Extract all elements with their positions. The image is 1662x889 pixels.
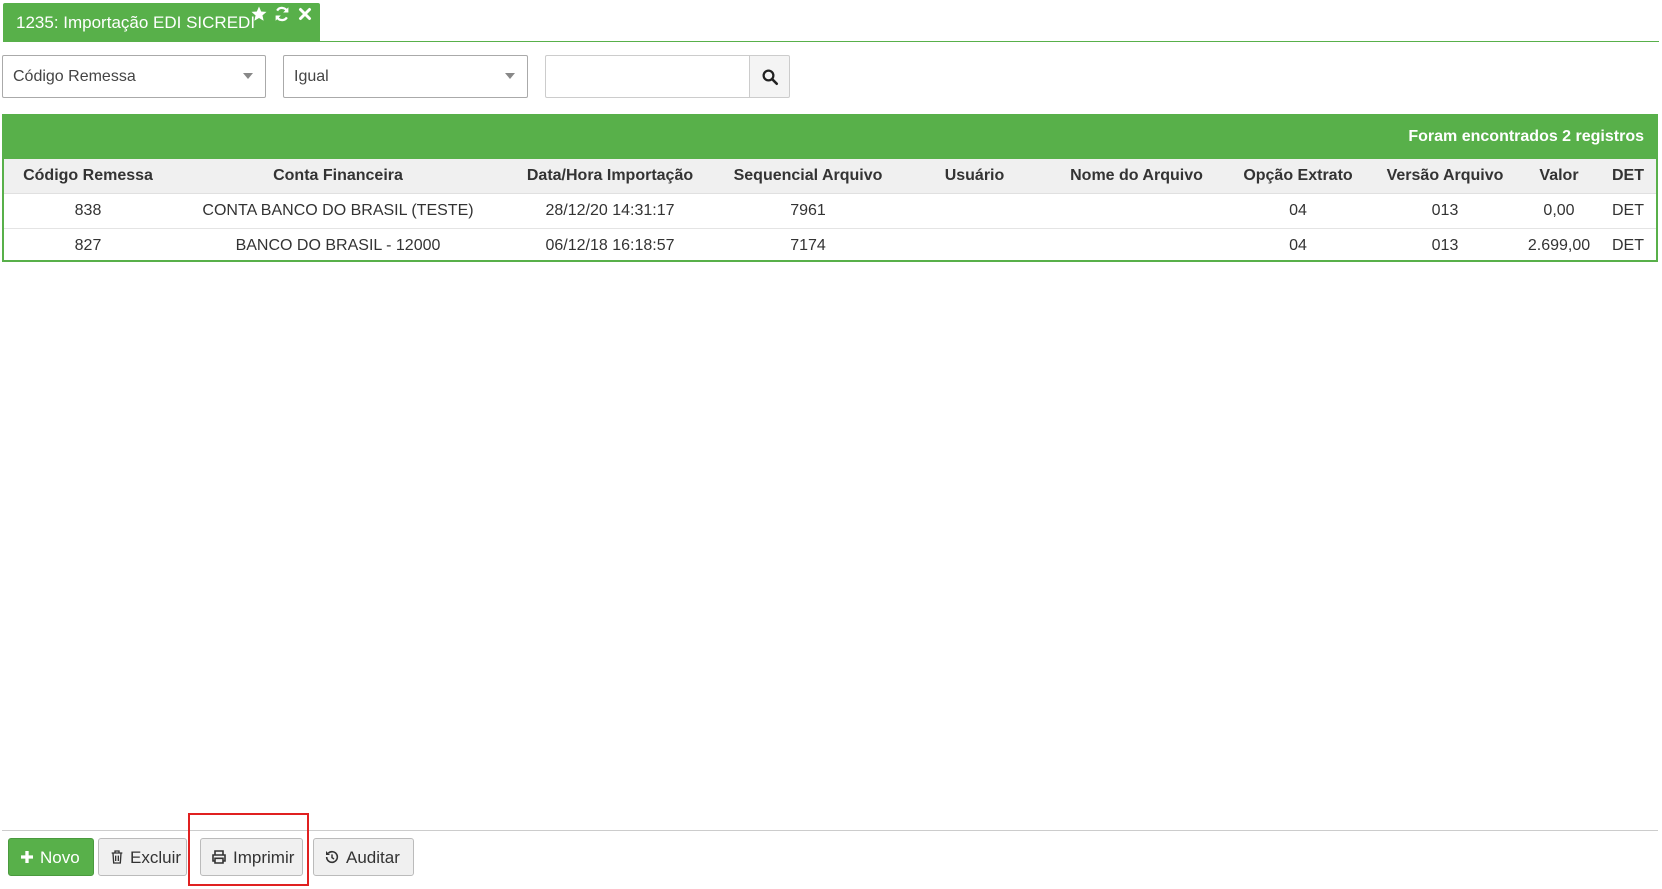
cell-conta-financeira: BANCO DO BRASIL - 12000 [235,237,441,254]
cell-data-hora: 06/12/18 16:18:57 [545,237,675,254]
cell-valor: 0,00 [1518,193,1600,229]
search-icon [762,69,779,86]
excluir-label: Excluir [130,848,182,867]
col-header[interactable]: Versão Arquivo [1372,159,1518,194]
results-table: Código Remessa Conta Financeira Data/Hor… [4,159,1656,263]
close-icon[interactable] [296,5,314,23]
tab-title: 1235: Importação EDI SICREDI [16,13,256,32]
cell-opcao-extrato: 04 [1289,237,1307,254]
search-button[interactable] [749,55,790,98]
cell-nome-arquivo [1049,229,1224,264]
col-header[interactable]: Data/Hora Importação [504,159,716,194]
trash-icon [109,849,125,865]
refresh-icon[interactable] [273,5,291,23]
table-header-row: Código Remessa Conta Financeira Data/Hor… [4,159,1656,194]
cell-valor: 2.699,00 [1527,237,1591,254]
table-row[interactable]: 838 CONTA BANCO DO BRASIL (TESTE) 28/12/… [4,193,1656,229]
field-select[interactable]: Código Remessa [2,55,266,98]
search-input[interactable] [545,55,750,98]
excluir-button[interactable]: Excluir [98,838,187,876]
star-icon[interactable] [250,5,268,23]
novo-label: Novo [40,848,80,867]
col-header[interactable]: Sequencial Arquivo [716,159,900,194]
tab-bar: 1235: Importação EDI SICREDI [3,0,1659,42]
cell-codigo-remessa: 838 [4,193,172,229]
annotation-highlight-box [188,813,309,886]
col-header[interactable]: Nome do Arquivo [1049,159,1224,194]
cell-nome-arquivo [1049,193,1224,229]
operator-select[interactable]: Igual [283,55,528,98]
col-header[interactable]: Código Remessa [4,159,172,194]
results-panel: Foram encontrados 2 registros Código Rem… [2,114,1658,262]
col-header[interactable]: Conta Financeira [172,159,504,194]
det-link[interactable]: DET [1600,229,1656,264]
cell-sequencial: 7961 [716,193,900,229]
history-icon [324,849,340,865]
cell-opcao-extrato: 04 [1224,193,1372,229]
novo-button[interactable]: Novo [8,838,94,876]
plus-icon [19,849,35,865]
table-row[interactable]: 827 BANCO DO BRASIL - 12000 06/12/18 16:… [4,229,1656,264]
operator-select-value: Igual [294,68,329,85]
det-link[interactable]: DET [1600,193,1656,229]
cell-usuario [900,193,1049,229]
cell-data-hora: 28/12/20 14:31:17 [504,193,716,229]
cell-codigo-remessa: 827 [74,237,102,254]
panel-heading: Foram encontrados 2 registros [4,116,1656,159]
records-count: Foram encontrados 2 registros [1408,128,1644,145]
field-select-value: Código Remessa [13,68,136,85]
cell-usuario [900,229,1049,264]
col-header[interactable]: DET [1600,159,1656,194]
cell-versao-arquivo: 013 [1431,237,1459,254]
chevron-down-icon [505,73,515,79]
col-header[interactable]: Valor [1518,159,1600,194]
cell-versao-arquivo: 013 [1372,193,1518,229]
col-header[interactable]: Opção Extrato [1224,159,1372,194]
auditar-button[interactable]: Auditar [313,838,414,876]
tab-edi-sicredi[interactable]: 1235: Importação EDI SICREDI [3,3,320,41]
col-header[interactable]: Usuário [900,159,1049,194]
cell-sequencial: 7174 [790,237,826,254]
cell-conta-financeira: CONTA BANCO DO BRASIL (TESTE) [172,193,504,229]
chevron-down-icon [243,73,253,79]
auditar-label: Auditar [346,848,400,867]
